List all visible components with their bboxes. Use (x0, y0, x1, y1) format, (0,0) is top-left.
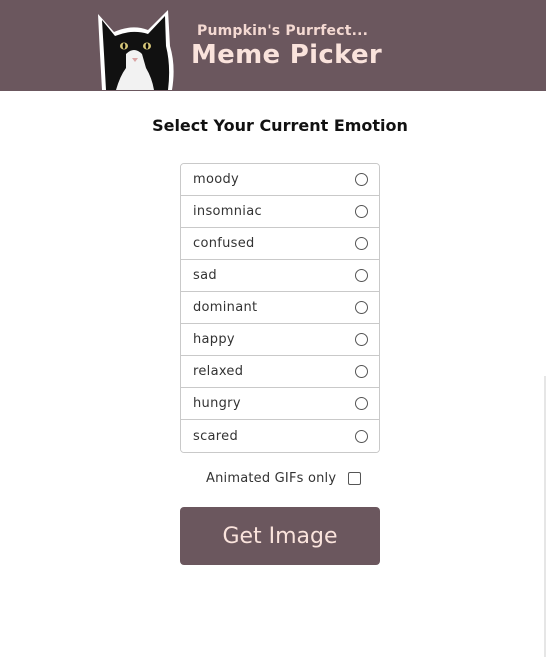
emotion-option[interactable]: sad (181, 260, 379, 292)
emotion-radio[interactable] (355, 237, 368, 250)
get-image-button[interactable]: Get Image (180, 507, 380, 565)
header-subtitle: Pumpkin's Purrfect... (197, 23, 369, 39)
gif-only-label: Animated GIFs only (206, 471, 337, 486)
gif-only-option[interactable]: Animated GIFs only (206, 471, 362, 486)
emotion-option[interactable]: dominant (181, 292, 379, 324)
emotion-radio[interactable] (355, 397, 368, 410)
emotion-label: dominant (193, 300, 258, 315)
emotion-label: confused (193, 236, 255, 251)
emotion-radio[interactable] (355, 429, 368, 443)
emotion-label: insomniac (193, 204, 262, 219)
app-header: Pumpkin's Purrfect... Meme Picker (0, 0, 546, 91)
emotion-radio-list: moody insomniac confused sad dominant ha… (180, 163, 380, 453)
emotion-option[interactable]: hungry (181, 388, 379, 420)
gif-only-checkbox[interactable] (348, 472, 362, 485)
emotion-radio[interactable] (355, 205, 368, 218)
emotion-radio[interactable] (355, 301, 368, 314)
emotion-option[interactable]: happy (181, 324, 379, 356)
emotion-option[interactable]: insomniac (181, 196, 379, 228)
emotion-heading: Select Your Current Emotion (152, 116, 408, 135)
emotion-option[interactable]: scared (181, 420, 379, 452)
emotion-label: sad (193, 268, 217, 283)
emotion-option[interactable]: relaxed (181, 356, 379, 388)
emotion-radio[interactable] (355, 333, 368, 346)
emotion-radio[interactable] (355, 173, 368, 186)
emotion-radio[interactable] (355, 365, 368, 378)
page-title: Meme Picker (191, 40, 383, 70)
emotion-label: relaxed (193, 364, 244, 379)
emotion-option[interactable]: moody (181, 164, 379, 196)
emotion-label: hungry (193, 396, 241, 411)
emotion-label: scared (193, 428, 238, 444)
emotion-option[interactable]: confused (181, 228, 379, 260)
cat-logo-icon (98, 10, 174, 90)
emotion-label: moody (193, 172, 240, 187)
emotion-label: happy (193, 332, 235, 347)
emotion-radio[interactable] (355, 269, 368, 282)
